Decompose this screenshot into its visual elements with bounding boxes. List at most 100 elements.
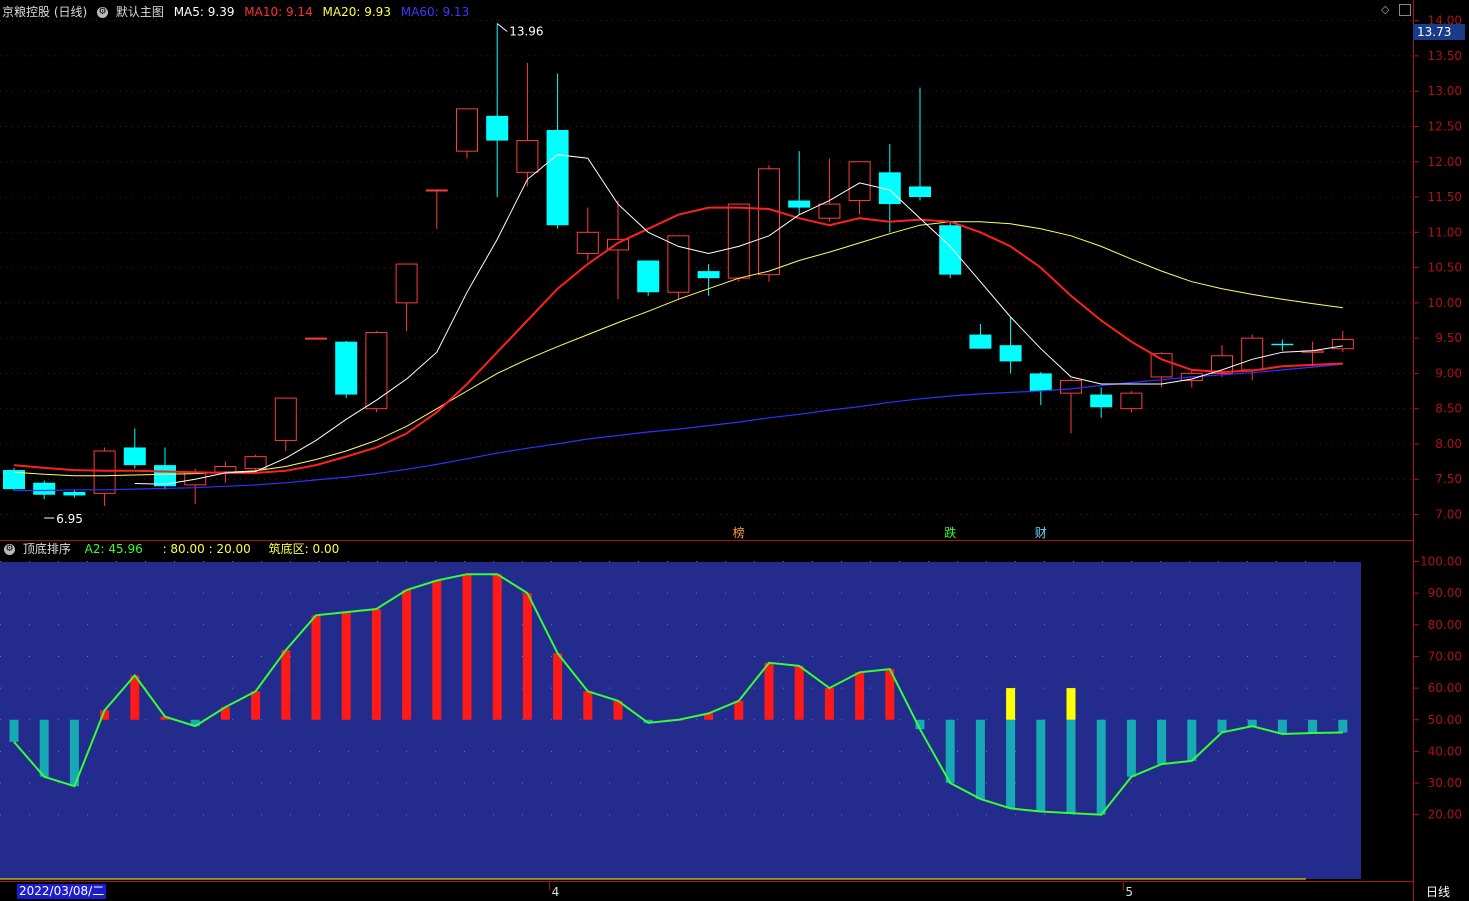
- main-tick-label: 8.00: [1435, 437, 1462, 451]
- oscillator-bar: [553, 653, 563, 720]
- oscillator-bar: [402, 589, 412, 720]
- candle-body: [486, 115, 509, 141]
- oscillator-bar: [432, 580, 442, 720]
- candle-body: [33, 482, 56, 495]
- indicator-tick-label: 20.00: [1428, 808, 1462, 822]
- candle-body: [123, 447, 146, 466]
- cursor-date: 2022/03/08/二: [17, 884, 107, 899]
- oscillator-bar: [734, 700, 744, 720]
- oscillator-flag-bar: [1066, 688, 1076, 720]
- candle-body: [365, 331, 388, 410]
- month-label: 4: [552, 885, 560, 899]
- candle-body: [93, 450, 116, 494]
- candle-body: [667, 235, 690, 293]
- main-tick-label: 13.50: [1428, 49, 1462, 63]
- candle-body: [939, 225, 962, 275]
- candle-body: [758, 168, 780, 276]
- event-marker: 财: [1035, 526, 1047, 540]
- main-tick-label: 12.00: [1428, 155, 1462, 169]
- oscillator-bar: [311, 615, 321, 720]
- candle-body: [637, 260, 660, 293]
- period-label[interactable]: 日线: [1426, 885, 1450, 900]
- oscillator-bar: [1096, 719, 1106, 815]
- oscillator-bar: [341, 612, 351, 720]
- candle-body: [1150, 353, 1173, 378]
- main-tick-label: 8.50: [1435, 402, 1462, 416]
- candle-body: [546, 130, 569, 226]
- candle-body: [909, 186, 931, 198]
- indicator-tick-label: 50.00: [1428, 713, 1462, 727]
- oscillator-bar: [281, 650, 291, 720]
- template-label[interactable]: 默认主图: [116, 5, 164, 19]
- candle-body: [63, 491, 86, 496]
- oscillator-bar: [130, 675, 140, 720]
- oscillator-bar: [583, 691, 593, 720]
- oscillator-bar: [1277, 719, 1287, 734]
- oscillator-bar: [1217, 719, 1227, 733]
- main-tick-label: 9.50: [1435, 331, 1462, 345]
- candle-body: [425, 189, 448, 192]
- main-tick-label: 7.50: [1435, 472, 1462, 486]
- oscillator-bar: [1157, 719, 1167, 765]
- oscillator-bar: [764, 662, 774, 720]
- candle-body: [818, 203, 841, 219]
- indicator-title[interactable]: 顶底排序: [23, 542, 71, 556]
- candle-body: [244, 456, 267, 470]
- main-tick-label: 10.50: [1428, 261, 1462, 275]
- sub-chart-header: ⚙ 顶底排序 A2: 45.96 : 80.00 : 20.00 筑底区: 0.…: [4, 541, 339, 557]
- oscillator-bar: [9, 719, 19, 742]
- ma20-label: MA20: 9.93: [322, 5, 391, 19]
- main-tick-label: 13.00: [1428, 84, 1462, 98]
- candle-body: [1060, 379, 1082, 394]
- price-annotation: 6.95: [56, 512, 83, 526]
- main-chart-header: 京粮控股 (日线) ⚙ 默认主图 MA5: 9.39 MA10: 9.14 MA…: [2, 4, 469, 20]
- candle-body: [1241, 337, 1264, 371]
- candle-body: [274, 397, 297, 441]
- candle-body: [214, 466, 237, 473]
- ma60-label: MA60: 9.13: [400, 5, 470, 19]
- oscillator-bar: [1338, 719, 1348, 733]
- oscillator-bar: [975, 719, 985, 799]
- oscillator-bar: [1187, 719, 1197, 761]
- indicator-tick-label: 60.00: [1428, 681, 1462, 695]
- indicator-tick-label: 90.00: [1428, 586, 1462, 600]
- oscillator-bar: [1126, 719, 1136, 777]
- candle-body: [305, 337, 327, 340]
- oscillator-bar: [1036, 719, 1046, 812]
- a2-label: A2: 45.96: [84, 542, 143, 556]
- oscillator-bar: [522, 593, 532, 720]
- bottom-zone-label: 筑底区: 0.00: [268, 542, 340, 556]
- candle-body: [576, 231, 599, 254]
- window-toggle-icon[interactable]: [1399, 4, 1411, 16]
- diamond-icon[interactable]: ◇: [1381, 4, 1393, 16]
- oscillator-flag-bar: [1006, 688, 1016, 720]
- oscillator-bar: [794, 665, 804, 720]
- candle-body: [1090, 394, 1113, 408]
- event-marker: 跌: [944, 525, 956, 540]
- candle-body: [1029, 373, 1052, 392]
- candle-body: [335, 341, 358, 395]
- indicator-settings-icon[interactable]: ⚙: [4, 544, 15, 555]
- candle-body: [395, 263, 418, 304]
- candle-body: [727, 203, 750, 279]
- main-tick-label: 12.50: [1428, 119, 1462, 133]
- oscillator-bar: [1308, 719, 1318, 734]
- settings-icon[interactable]: ⚙: [97, 7, 109, 18]
- candle-body: [999, 345, 1022, 362]
- oscillator-bar: [492, 574, 502, 720]
- oscillator-bar: [1006, 719, 1016, 809]
- candle-body: [969, 334, 992, 349]
- main-tick-label: 7.00: [1435, 508, 1462, 522]
- event-marker: 榜: [733, 525, 745, 540]
- stock-title[interactable]: 京粮控股 (日线): [2, 5, 87, 19]
- indicator-tick-label: 70.00: [1428, 649, 1462, 663]
- oscillator-bar: [824, 688, 834, 720]
- chart-canvas[interactable]: 7.00 7.50 8.00 8.50 9.00 9.50 10.00 10.50 11.00 1…: [0, 0, 1469, 901]
- main-tick-label: 10.00: [1428, 296, 1462, 310]
- indicator-tick-label: 100.00: [1420, 555, 1462, 569]
- candle-body: [788, 200, 811, 208]
- candle-body: [1120, 392, 1143, 410]
- candle-body: [516, 140, 539, 173]
- oscillator-bar: [855, 672, 865, 720]
- oscillator-bar: [39, 719, 49, 777]
